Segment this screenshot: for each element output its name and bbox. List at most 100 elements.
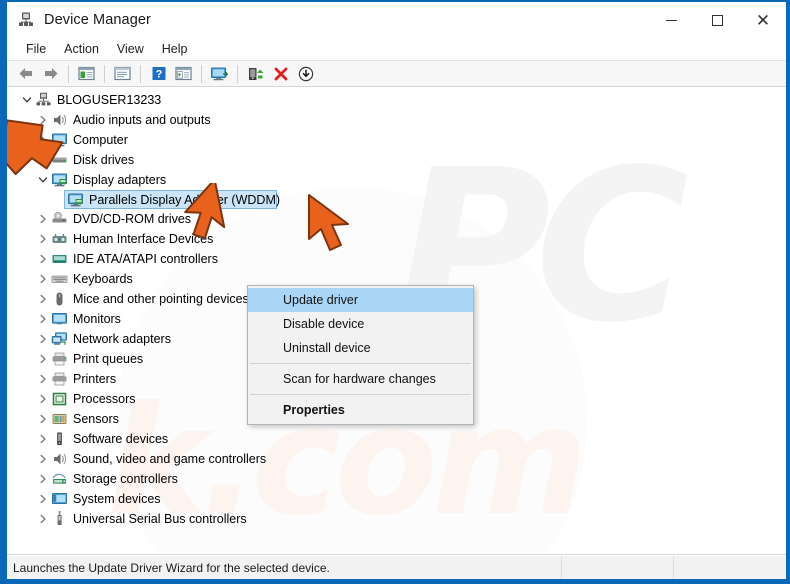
menu-help[interactable]: Help — [153, 40, 197, 58]
maximize-icon — [711, 14, 723, 26]
chevron-right-icon[interactable] — [35, 351, 51, 367]
action-menu-icon[interactable] — [171, 62, 196, 85]
tree-node-universal-serial-bus-controllers[interactable]: Universal Serial Bus controllers — [7, 509, 786, 529]
tree-node-ide-ata-atapi-controllers[interactable]: IDE ATA/ATAPI controllers — [7, 249, 786, 269]
tree-node-label: Computer — [73, 133, 128, 147]
window-controls: ✕ — [648, 2, 786, 38]
tree-node-display-adapters[interactable]: Display adapters — [7, 170, 786, 190]
tree-node-human-interface-devices[interactable]: Human Interface Devices — [7, 229, 786, 249]
context-menu-item-properties[interactable]: Properties — [248, 398, 473, 422]
tree-node-label: Software devices — [73, 432, 169, 446]
chevron-right-icon[interactable] — [35, 451, 51, 467]
menu-action[interactable]: Action — [55, 40, 108, 58]
context-menu-item-uninstall-device[interactable]: Uninstall device — [248, 336, 473, 360]
screenshot-root: Device Manager ✕ File Action View Help ?… — [0, 0, 790, 584]
chevron-right-icon[interactable] — [35, 431, 51, 447]
mouse-icon — [51, 291, 68, 307]
scan-hardware-changes-icon[interactable] — [207, 62, 232, 85]
show-hide-console-tree-icon[interactable] — [74, 62, 99, 85]
status-message: Launches the Update Driver Wizard for th… — [7, 556, 562, 579]
tree-node-storage-controllers[interactable]: Storage controllers — [7, 469, 786, 489]
chevron-right-icon[interactable] — [35, 511, 51, 527]
chevron-down-icon[interactable] — [35, 172, 51, 188]
chevron-right-icon[interactable] — [35, 311, 51, 327]
window-title: Device Manager — [44, 12, 151, 28]
usb-controller-icon — [51, 510, 68, 527]
chevron-right-icon[interactable] — [35, 331, 51, 347]
tree-node-computer[interactable]: Computer — [7, 130, 786, 150]
storage-controller-icon — [51, 471, 68, 487]
chevron-right-icon[interactable] — [35, 112, 51, 128]
chevron-right-icon[interactable] — [35, 471, 51, 487]
chevron-right-icon[interactable] — [35, 271, 51, 287]
help-icon[interactable]: ? — [146, 62, 171, 85]
tree-node-parallels-display-adapter[interactable]: Parallels Display Adapter (WDDM) — [64, 190, 281, 209]
computer-root-icon — [35, 92, 52, 108]
chevron-right-icon[interactable] — [35, 391, 51, 407]
chevron-down-icon[interactable] — [19, 92, 35, 108]
uninstall-device-icon[interactable] — [268, 62, 293, 85]
context-menu-item-scan-for-hardware-changes[interactable]: Scan for hardware changes — [248, 367, 473, 391]
tree-node-root[interactable]: BLOGUSER13233 — [7, 90, 786, 110]
ide-controller-icon — [51, 251, 68, 267]
tree-node-audio-inputs-and-outputs[interactable]: Audio inputs and outputs — [7, 110, 786, 130]
context-menu: Update driver Disable device Uninstall d… — [247, 285, 474, 425]
maximize-button[interactable] — [694, 2, 740, 38]
tree-node-label: Sound, video and game controllers — [73, 452, 267, 466]
keyboard-icon — [51, 271, 68, 287]
tree-node-label: Print queues — [73, 352, 144, 366]
tree-node-label: Mice and other pointing devices — [73, 292, 249, 306]
chevron-right-icon[interactable] — [35, 211, 51, 227]
monitor-icon — [51, 311, 68, 327]
status-pane-3 — [674, 556, 786, 579]
tree-node-dvd-cd-rom-drives[interactable]: DVD/CD-ROM drives — [7, 209, 786, 229]
tree-node-label: Keyboards — [73, 272, 133, 286]
toolbar-separator — [68, 64, 69, 83]
forward-icon[interactable] — [38, 62, 63, 85]
content-area: PC k.com BLOGUSER13233 Audio inputs and … — [7, 87, 786, 555]
minimize-button[interactable] — [648, 2, 694, 38]
back-icon[interactable] — [13, 62, 38, 85]
title-bar: Device Manager ✕ — [7, 2, 786, 38]
disk-icon — [51, 152, 68, 168]
tree-node-label: Monitors — [73, 312, 121, 326]
context-menu-item-disable-device[interactable]: Disable device — [248, 312, 473, 336]
chevron-right-icon[interactable] — [35, 132, 51, 148]
chevron-right-icon[interactable] — [35, 152, 51, 168]
tree-node-label: Sensors — [73, 412, 119, 426]
close-button[interactable]: ✕ — [740, 2, 786, 38]
chevron-right-icon[interactable] — [35, 411, 51, 427]
tree-node-label: Printers — [73, 372, 117, 386]
context-menu-separator — [250, 394, 471, 395]
printer-queue-icon — [51, 351, 68, 367]
tree-node-disk-drives[interactable]: Disk drives — [7, 150, 786, 170]
menu-file[interactable]: File — [17, 40, 55, 58]
tree-node-label: IDE ATA/ATAPI controllers — [73, 252, 218, 266]
tree-node-label: Processors — [73, 392, 136, 406]
toolbar-separator — [104, 64, 105, 83]
menu-view[interactable]: View — [108, 40, 153, 58]
properties-icon[interactable] — [110, 62, 135, 85]
chevron-right-icon[interactable] — [35, 371, 51, 387]
update-driver-icon[interactable] — [243, 62, 268, 85]
toolbar-separator — [201, 64, 202, 83]
tree-node-system-devices[interactable]: System devices — [7, 489, 786, 509]
tree-node-sound-video-and-game-controllers[interactable]: Sound, video and game controllers — [7, 449, 786, 469]
system-device-icon — [51, 491, 68, 507]
chevron-right-icon[interactable] — [35, 291, 51, 307]
sensor-icon — [51, 411, 68, 427]
chevron-right-icon[interactable] — [35, 251, 51, 267]
tree-node-software-devices[interactable]: Software devices — [7, 429, 786, 449]
display-adapter-icon — [51, 172, 68, 188]
hid-icon — [51, 231, 68, 247]
tree-node-label: Parallels Display Adapter (WDDM) — [89, 192, 281, 207]
tree-node-label: Storage controllers — [73, 472, 178, 486]
chevron-right-icon[interactable] — [35, 231, 51, 247]
context-menu-separator — [250, 363, 471, 364]
toolbar: ? — [7, 60, 786, 87]
chevron-right-icon[interactable] — [35, 491, 51, 507]
minimize-icon — [665, 19, 677, 21]
tree-node-label: Human Interface Devices — [73, 232, 214, 246]
disable-device-icon[interactable] — [293, 62, 318, 85]
context-menu-item-update-driver[interactable]: Update driver — [248, 288, 473, 312]
